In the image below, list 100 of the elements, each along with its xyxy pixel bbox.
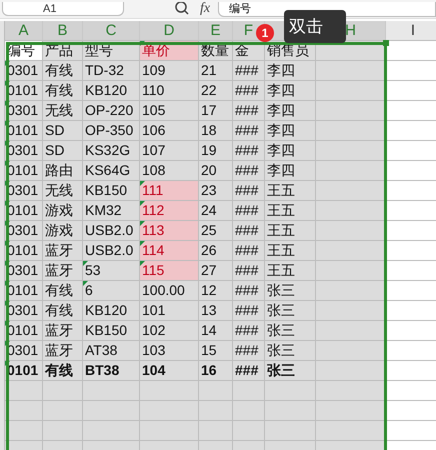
table-cell: 张三 xyxy=(265,341,316,361)
table-cell xyxy=(316,361,386,381)
column-header[interactable]: A xyxy=(5,21,43,41)
table-cell: ### xyxy=(233,261,265,281)
table-cell: KB120 xyxy=(83,81,140,101)
hint-tooltip: 双击 xyxy=(284,10,346,43)
table-cell: 有线 xyxy=(43,361,83,381)
table-cell xyxy=(265,401,316,421)
table-cell: 108 xyxy=(140,161,199,181)
table-cell xyxy=(316,161,386,181)
table-cell xyxy=(265,421,316,441)
table-cell: 张三 xyxy=(265,321,316,341)
table-cell: 张三 xyxy=(265,281,316,301)
table-cell xyxy=(140,421,199,441)
table-cell xyxy=(5,421,43,441)
table-cell: AT38 xyxy=(83,341,140,361)
table-cell: 李四 xyxy=(265,61,316,81)
table-cell: KB150 xyxy=(83,321,140,341)
table-cell: 王五 xyxy=(265,221,316,241)
table-cell: OP-350 xyxy=(83,121,140,141)
table-cell xyxy=(199,421,233,441)
table-cell xyxy=(140,381,199,401)
table-cell xyxy=(316,421,386,441)
column-header[interactable]: E xyxy=(199,21,233,41)
table-cell: 113 xyxy=(140,221,199,241)
table-cell xyxy=(316,141,386,161)
table-cell: ### xyxy=(233,141,265,161)
table-cell: ### xyxy=(233,61,265,81)
table-cell: 27 xyxy=(199,261,233,281)
table-cell xyxy=(5,401,43,421)
table-cell xyxy=(83,401,140,421)
table-cell: KB120 xyxy=(83,301,140,321)
table-cell: 李四 xyxy=(265,161,316,181)
column-header[interactable]: C xyxy=(83,21,140,41)
table-cell: 蓝牙 xyxy=(43,341,83,361)
table-cell: ### xyxy=(233,181,265,201)
table-cell: USB2.0 xyxy=(83,221,140,241)
table-cell: ### xyxy=(233,281,265,301)
table-cell: 104 xyxy=(140,361,199,381)
table-cell: 张三 xyxy=(265,361,316,381)
table-cell xyxy=(233,421,265,441)
table-cell: 游戏 xyxy=(43,201,83,221)
table-cell: ### xyxy=(233,201,265,221)
table-cell: 110 xyxy=(140,81,199,101)
table-cell: ### xyxy=(233,341,265,361)
table-cell: ### xyxy=(233,221,265,241)
table-cell: 有线 xyxy=(43,281,83,301)
table-cell: SD xyxy=(43,121,83,141)
table-cell: 李四 xyxy=(265,121,316,141)
table-cell: 王五 xyxy=(265,181,316,201)
table-cell: 李四 xyxy=(265,141,316,161)
table-cell xyxy=(316,241,386,261)
table-cell: 15 xyxy=(199,341,233,361)
table-cell: 17 xyxy=(199,101,233,121)
table-cell xyxy=(316,301,386,321)
table-cell: 112 xyxy=(140,201,199,221)
table-cell: 111 xyxy=(140,181,199,201)
table-cell xyxy=(43,381,83,401)
table-cell xyxy=(43,421,83,441)
table-cell: 6 xyxy=(83,281,140,301)
column-header[interactable]: I xyxy=(386,21,436,41)
table-cell: 游戏 xyxy=(43,221,83,241)
table-cell: ### xyxy=(233,101,265,121)
table-cell xyxy=(316,121,386,141)
table-cell: 13 xyxy=(199,301,233,321)
table-cell: TD-32 xyxy=(83,61,140,81)
table-cell: 109 xyxy=(140,61,199,81)
table-cell: OP-220 xyxy=(83,101,140,121)
table-cell: 张三 xyxy=(265,301,316,321)
column-header[interactable]: D xyxy=(140,21,199,41)
table-cell xyxy=(316,281,386,301)
table-cell: 101 xyxy=(140,301,199,321)
table-cell xyxy=(83,381,140,401)
table-cell xyxy=(316,381,386,401)
table-cell: KS64G xyxy=(83,161,140,181)
table-cell: ### xyxy=(233,361,265,381)
table-cell: 114 xyxy=(140,241,199,261)
search-icon[interactable] xyxy=(174,2,190,16)
name-box[interactable]: A1 xyxy=(2,2,124,16)
table-cell xyxy=(316,221,386,241)
table-cell: KM32 xyxy=(83,201,140,221)
table-cell xyxy=(316,61,386,81)
table-cell: 王五 xyxy=(265,201,316,221)
table-cell: 王五 xyxy=(265,261,316,281)
table-cell: 有线 xyxy=(43,61,83,81)
table-cell: KS32G xyxy=(83,141,140,161)
table-cell: 103 xyxy=(140,341,199,361)
table-cell: 12 xyxy=(199,281,233,301)
table-cell: 李四 xyxy=(265,81,316,101)
table-cell xyxy=(140,401,199,421)
table-cell: SD xyxy=(43,141,83,161)
table-cell: 无线 xyxy=(43,101,83,121)
fill-handle[interactable] xyxy=(383,40,389,46)
table-cell: ### xyxy=(233,321,265,341)
table-cell xyxy=(316,201,386,221)
table-cell: 蓝牙 xyxy=(43,241,83,261)
function-label[interactable]: fx xyxy=(200,1,210,17)
column-header[interactable]: B xyxy=(43,21,83,41)
table-cell: KB150 xyxy=(83,181,140,201)
table-cell xyxy=(316,401,386,421)
